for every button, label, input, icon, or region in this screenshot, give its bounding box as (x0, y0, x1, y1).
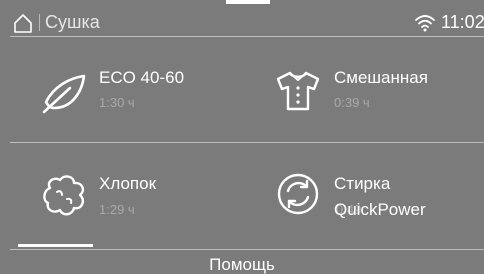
wifi-icon (415, 15, 435, 32)
top-drag-indicator[interactable] (226, 0, 270, 4)
quickpower-icon (277, 173, 319, 215)
footer-divider (10, 249, 484, 250)
program-name-line1: Стирка (334, 174, 391, 193)
program-duration: 1:29 ч (99, 202, 135, 217)
row-divider (10, 142, 484, 143)
leaf-icon (42, 74, 86, 114)
program-quickpower[interactable]: Стирка 0:49 QuickPower (264, 148, 484, 248)
dryer-screen: Сушка 11:02 ECO 40-60 1:30 ч Смешанная 0… (0, 0, 484, 274)
status-bar: Сушка 11:02 (0, 5, 484, 35)
status-divider (39, 14, 40, 31)
clock: 11:02 (441, 12, 484, 32)
program-name: Смешанная (334, 68, 428, 87)
shirt-icon (276, 71, 320, 111)
home-icon[interactable] (12, 12, 34, 34)
cotton-icon (43, 175, 85, 216)
page-title: Сушка (45, 12, 100, 32)
program-name: Хлопок (99, 174, 157, 193)
program-duration: 1:30 ч (99, 95, 135, 110)
program-name: ECO 40-60 (99, 68, 185, 87)
program-cotton[interactable]: Хлопок 1:29 ч (30, 148, 250, 248)
program-mixed[interactable]: Смешанная 0:39 ч (264, 45, 484, 145)
help-button[interactable]: Помощь (0, 254, 484, 274)
page-indicator (18, 244, 93, 247)
program-duration: 0:39 ч (334, 95, 370, 110)
program-eco-40-60[interactable]: ECO 40-60 1:30 ч (30, 45, 250, 145)
program-name-line2: QuickPower (334, 200, 426, 219)
header-divider (10, 36, 484, 37)
